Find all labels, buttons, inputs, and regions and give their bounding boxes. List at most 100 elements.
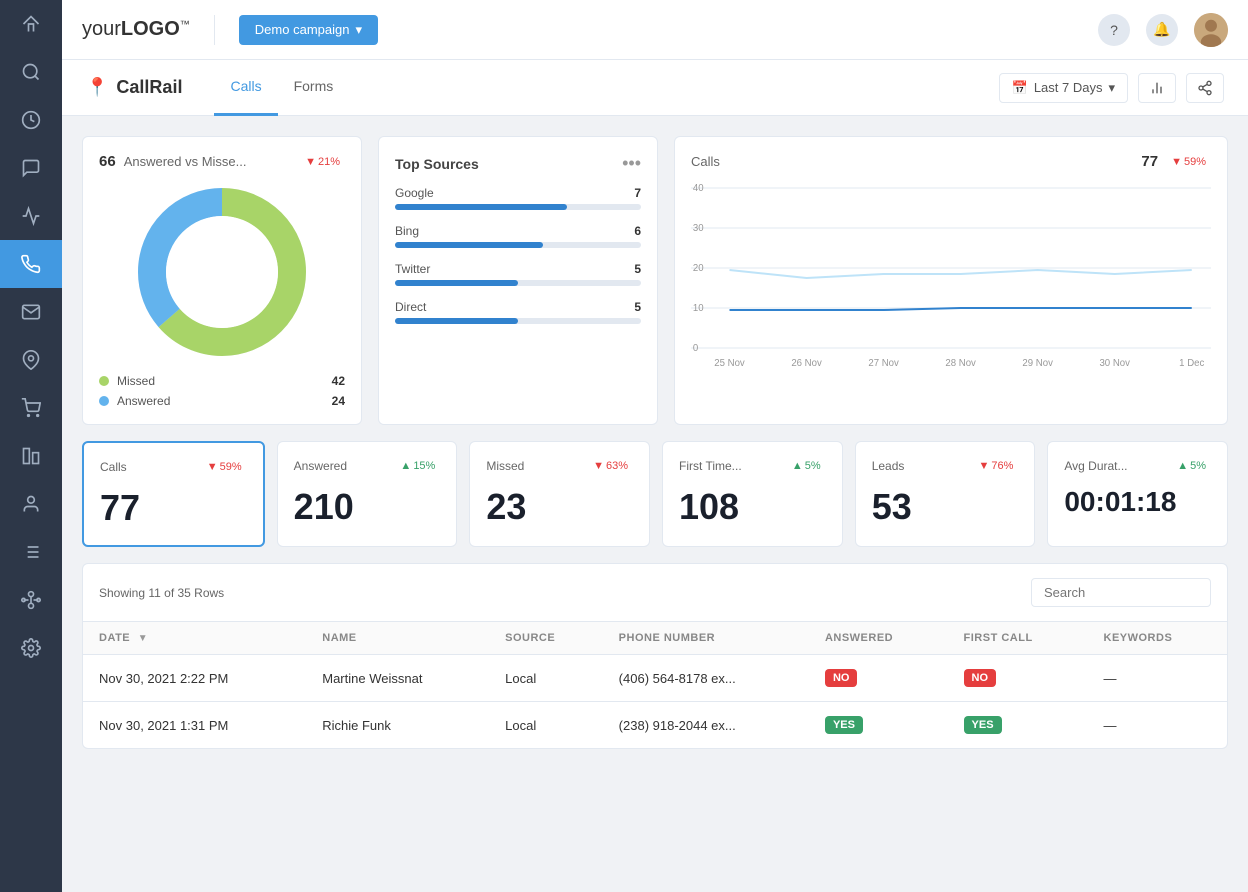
logo: yourLOGO™ [82, 18, 190, 41]
sidebar-item-list[interactable] [0, 528, 62, 576]
cell-keywords-1: — [1088, 655, 1228, 702]
stat-calls-header: Calls ▼ 59% [100, 459, 247, 475]
cell-phone-1: (406) 564-8178 ex... [603, 655, 809, 702]
source-direct-label: Direct [395, 300, 426, 314]
sources-list: Google 7 Bing 6 [395, 186, 641, 324]
chart-header: Calls 77 ▼ 59% [691, 153, 1211, 170]
table-toolbar: Showing 11 of 35 Rows [83, 564, 1227, 622]
chart-view-button[interactable] [1138, 73, 1176, 103]
stat-calls[interactable]: Calls ▼ 59% 77 [82, 441, 265, 547]
sources-title: Top Sources [395, 156, 479, 172]
stat-first-time-header: First Time... ▲ 5% [679, 458, 826, 474]
svg-text:0: 0 [693, 343, 699, 354]
source-direct-count: 5 [634, 300, 641, 314]
table-row[interactable]: Nov 30, 2021 2:22 PM Martine Weissnat Lo… [83, 655, 1227, 702]
source-bing-count: 6 [634, 224, 641, 238]
stat-leads-value: 53 [872, 486, 1019, 528]
col-answered[interactable]: ANSWERED [809, 622, 948, 655]
share-button[interactable] [1186, 73, 1224, 103]
donut-change-badge: ▼ 21% [300, 154, 345, 170]
col-date[interactable]: DATE ▼ [83, 622, 306, 655]
sidebar-item-mail[interactable] [0, 288, 62, 336]
chart-title: Calls [691, 154, 720, 169]
svg-text:26 Nov: 26 Nov [791, 358, 822, 369]
progress-bg-bing [395, 242, 641, 248]
svg-text:10: 10 [693, 303, 704, 314]
cell-name-2: Richie Funk [306, 702, 489, 749]
progress-bg-google [395, 204, 641, 210]
legend-answered: Answered 24 [99, 394, 345, 408]
sidebar-item-settings[interactable] [0, 624, 62, 672]
stat-missed-change: ▼ 63% [588, 458, 633, 474]
cell-source-1: Local [489, 655, 603, 702]
chart-change-badge: ▼ 59% [1166, 154, 1211, 170]
sidebar-item-calls[interactable] [0, 240, 62, 288]
table-row[interactable]: Nov 30, 2021 1:31 PM Richie Funk Local (… [83, 702, 1227, 749]
calls-table-section: Showing 11 of 35 Rows DATE ▼ NAME S [82, 563, 1228, 749]
cell-first-call-1: NO [948, 655, 1088, 702]
source-google-count: 7 [634, 186, 641, 200]
legend-missed: Missed 42 [99, 374, 345, 388]
sidebar-item-tracking[interactable] [0, 192, 62, 240]
sidebar-item-home[interactable] [0, 0, 62, 48]
stat-answered[interactable]: Answered ▲ 15% 210 [277, 441, 458, 547]
cell-answered-1: NO [809, 655, 948, 702]
donut-card-title: Answered vs Misse... [124, 154, 247, 169]
cell-source-2: Local [489, 702, 603, 749]
stat-first-time[interactable]: First Time... ▲ 5% 108 [662, 441, 843, 547]
col-source[interactable]: SOURCE [489, 622, 603, 655]
sidebar-item-cart[interactable] [0, 384, 62, 432]
icon-sidebar [0, 0, 62, 892]
svg-text:30: 30 [693, 223, 704, 234]
source-twitter-count: 5 [634, 262, 641, 276]
avatar[interactable] [1194, 13, 1228, 47]
sidebar-item-location[interactable] [0, 336, 62, 384]
svg-text:28 Nov: 28 Nov [945, 358, 976, 369]
sources-menu-icon[interactable]: ••• [622, 153, 641, 174]
chevron-down-icon: ▾ [1108, 80, 1115, 96]
sub-header-right: 📅 Last 7 Days ▾ [999, 73, 1224, 103]
col-keywords[interactable]: KEYWORDS [1088, 622, 1228, 655]
svg-text:1 Dec: 1 Dec [1179, 358, 1204, 369]
notifications-button[interactable]: 🔔 [1146, 14, 1178, 46]
sidebar-item-reports[interactable] [0, 96, 62, 144]
stat-missed[interactable]: Missed ▼ 63% 23 [469, 441, 650, 547]
col-first-call[interactable]: FIRST CALL [948, 622, 1088, 655]
col-name[interactable]: NAME [306, 622, 489, 655]
stat-avg-duration[interactable]: Avg Durat... ▲ 5% 00:01:18 [1047, 441, 1228, 547]
stat-avg-duration-header: Avg Durat... ▲ 5% [1064, 458, 1211, 474]
sidebar-item-analytics[interactable] [0, 432, 62, 480]
answered-vs-missed-card: 66 Answered vs Misse... ▼ 21% [82, 136, 362, 425]
donut-card-header: 66 Answered vs Misse... ▼ 21% [99, 153, 345, 170]
brand-pin-icon: 📍 [86, 77, 108, 98]
chart-value: 77 [1141, 153, 1158, 170]
topbar-divider [214, 15, 215, 45]
source-bing-label: Bing [395, 224, 419, 238]
col-date-label: DATE [99, 632, 130, 644]
brand-name: CallRail [116, 77, 182, 98]
missed-label: Missed [117, 374, 324, 388]
col-phone[interactable]: PHONE NUMBER [603, 622, 809, 655]
sidebar-item-search[interactable] [0, 48, 62, 96]
cell-date-2: Nov 30, 2021 1:31 PM [83, 702, 306, 749]
dropdown-arrow-icon: ▾ [355, 22, 362, 38]
date-filter-button[interactable]: 📅 Last 7 Days ▾ [999, 73, 1128, 103]
stat-leads[interactable]: Leads ▼ 76% 53 [855, 441, 1036, 547]
sidebar-item-chat[interactable] [0, 144, 62, 192]
svg-text:29 Nov: 29 Nov [1022, 358, 1053, 369]
sidebar-item-integrations[interactable] [0, 576, 62, 624]
donut-legend: Missed 42 Answered 24 [99, 374, 345, 408]
search-input[interactable] [1031, 578, 1211, 607]
sort-icon: ▼ [138, 633, 148, 644]
topbar-right: ? 🔔 [1098, 13, 1228, 47]
sidebar-item-users[interactable] [0, 480, 62, 528]
stat-leads-label: Leads [872, 459, 905, 473]
brand-title: 📍 CallRail [86, 77, 182, 98]
calendar-icon: 📅 [1012, 80, 1028, 96]
campaign-button[interactable]: Demo campaign ▾ [239, 15, 378, 45]
cell-phone-2: (238) 918-2044 ex... [603, 702, 809, 749]
progress-fill-google [395, 204, 567, 210]
tab-calls[interactable]: Calls [214, 60, 277, 116]
tab-forms[interactable]: Forms [278, 60, 350, 116]
help-button[interactable]: ? [1098, 14, 1130, 46]
